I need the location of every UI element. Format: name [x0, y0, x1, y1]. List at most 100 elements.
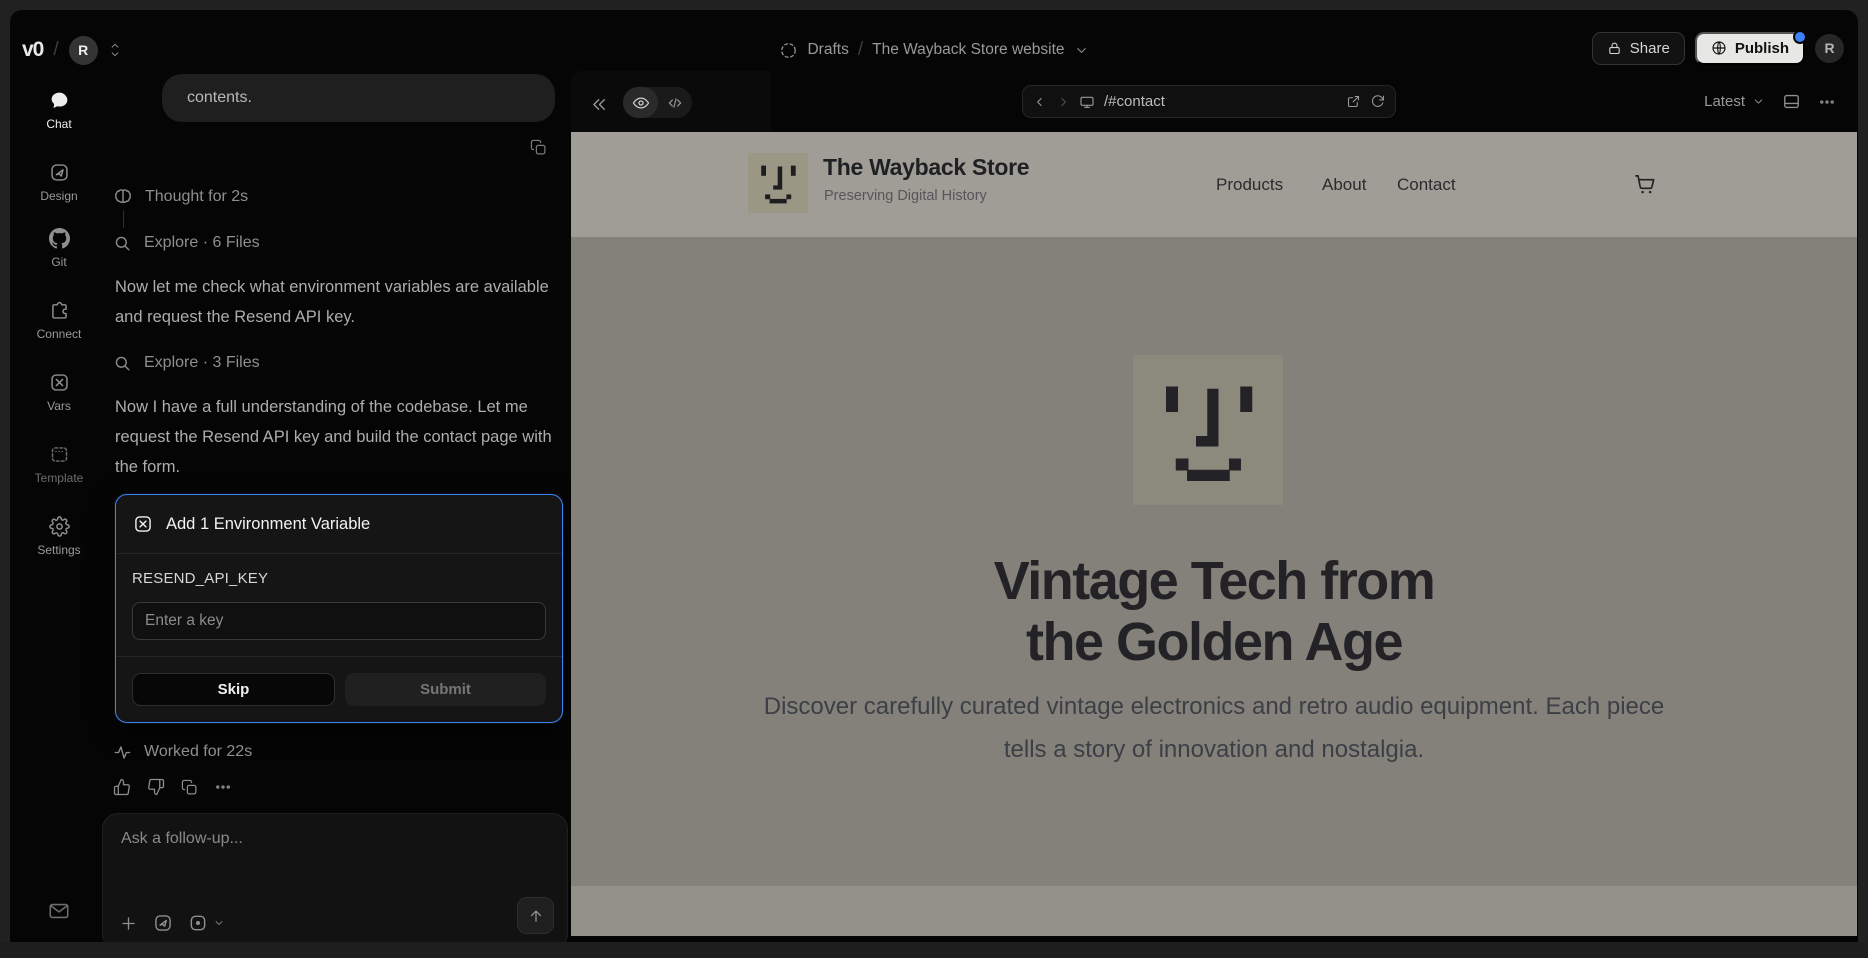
chevron-down-icon[interactable]	[1074, 43, 1089, 58]
more-options-icon[interactable]	[1818, 93, 1836, 111]
site-next-section	[571, 886, 1857, 936]
brain-icon	[113, 187, 133, 207]
explore-row-2[interactable]: Explore · 3 Files	[113, 352, 260, 374]
sidebar-label-template: Template	[35, 471, 84, 485]
cart-icon[interactable]	[1634, 173, 1657, 196]
drafts-dashed-circle-icon	[779, 41, 798, 60]
hero-logo	[1133, 355, 1283, 505]
browser-layout-icon[interactable]	[1782, 92, 1801, 111]
sidebar-label-git: Git	[51, 255, 66, 269]
worked-label: Worked for 22s	[144, 743, 252, 761]
code-view-toggle[interactable]	[658, 94, 692, 112]
preview-toolbar-right: Latest	[1704, 85, 1836, 118]
site-header: The Wayback Store Preserving Digital His…	[571, 132, 1857, 237]
nav-link-about[interactable]: About	[1322, 175, 1366, 195]
attach-plus-icon[interactable]	[119, 914, 138, 933]
sidebar-label-chat: Chat	[46, 117, 71, 131]
sidebar-label-settings: Settings	[37, 543, 80, 557]
preview-url-text[interactable]: /#contact	[1104, 93, 1165, 110]
env-dialog-header: Add 1 Environment Variable	[116, 495, 562, 554]
site-logo[interactable]	[748, 153, 808, 213]
site-preview-frame: The Wayback Store Preserving Digital His…	[571, 132, 1857, 936]
design-mode-icon[interactable]	[153, 913, 173, 933]
sidebar-item-chat[interactable]: Chat	[21, 90, 97, 131]
monitor-icon[interactable]	[1079, 94, 1095, 110]
vars-x-square-icon	[133, 514, 153, 534]
topbar-left: v0 / R	[22, 28, 122, 72]
nav-link-contact[interactable]: Contact	[1397, 175, 1456, 195]
worked-row: Worked for 22s	[113, 741, 252, 763]
app-root: Drafts / The Wayback Store website v0 / …	[0, 0, 1868, 958]
vars-x-square-icon	[49, 372, 70, 393]
forward-icon[interactable]	[1056, 95, 1070, 109]
followup-composer[interactable]	[102, 813, 568, 942]
sidebar-label-design: Design	[40, 189, 77, 203]
thought-row[interactable]: Thought for 2s	[113, 186, 248, 208]
hero-title-line2: the Golden Age	[571, 612, 1857, 673]
hero-title-line1: Vintage Tech from	[571, 551, 1857, 612]
v0-window: Drafts / The Wayback Store website v0 / …	[10, 10, 1858, 942]
copy-icon[interactable]	[181, 779, 198, 796]
sidebar-item-settings[interactable]: Settings	[21, 516, 97, 557]
template-dashed-icon	[49, 444, 70, 465]
assistant-paragraph-1: Now let me check what environment variab…	[115, 272, 560, 332]
open-external-icon[interactable]	[1346, 94, 1361, 109]
sidebar-item-connect[interactable]: Connect	[21, 300, 97, 341]
user-avatar[interactable]: R	[1815, 34, 1844, 63]
share-label: Share	[1630, 40, 1670, 57]
breadcrumb: Drafts / The Wayback Store website	[10, 30, 1858, 70]
submit-button[interactable]: Submit	[345, 673, 546, 706]
pixel-face-icon	[1133, 355, 1283, 505]
version-label: Latest	[1704, 93, 1745, 110]
sidebar-item-design[interactable]: Design	[21, 162, 97, 203]
site-title[interactable]: The Wayback Store	[823, 154, 1029, 181]
breadcrumb-separator: /	[858, 39, 863, 61]
project-avatar[interactable]: R	[69, 36, 98, 65]
sidebar-label-connect: Connect	[37, 327, 82, 341]
preview-url-bar[interactable]: /#contact	[1022, 85, 1396, 118]
version-selector[interactable]: Latest	[1704, 93, 1765, 110]
nav-link-products[interactable]: Products	[1216, 175, 1283, 195]
user-message-text: contents.	[187, 89, 252, 107]
breadcrumb-project-name[interactable]: The Wayback Store website	[872, 41, 1064, 59]
send-button[interactable]	[517, 897, 554, 934]
followup-input[interactable]	[119, 828, 543, 892]
chevron-down-icon	[1752, 95, 1765, 108]
explore-label-2: Explore · 3 Files	[144, 354, 260, 372]
refresh-icon[interactable]	[1370, 94, 1385, 109]
topbar-right: Share Publish R	[1592, 26, 1844, 70]
publish-notification-dot	[1793, 30, 1807, 44]
puzzle-icon	[49, 300, 70, 321]
sidebar-item-template[interactable]: Template	[21, 444, 97, 485]
more-options-icon[interactable]	[214, 778, 232, 796]
thumbs-up-icon[interactable]	[113, 778, 131, 796]
user-message-bubble: contents.	[162, 74, 555, 122]
hero-subtitle: Discover carefully curated vintage elect…	[749, 685, 1679, 771]
env-dialog-title: Add 1 Environment Variable	[166, 515, 370, 534]
env-key-input[interactable]	[132, 602, 546, 640]
share-button[interactable]: Share	[1592, 32, 1685, 65]
assistant-paragraph-2: Now I have a full understanding of the c…	[115, 392, 560, 482]
sidebar-item-vars[interactable]: Vars	[21, 372, 97, 413]
project-switcher-icon[interactable]	[108, 42, 122, 58]
explore-row-1[interactable]: Explore · 6 Files	[113, 232, 260, 254]
back-icon[interactable]	[1033, 95, 1047, 109]
breadcrumb-drafts[interactable]: Drafts	[807, 41, 848, 59]
sidebar-item-git[interactable]: Git	[21, 228, 97, 269]
search-icon	[113, 234, 132, 253]
gear-icon	[49, 516, 70, 537]
globe-icon	[1711, 40, 1727, 56]
sidebar-item-feedback[interactable]	[21, 900, 97, 922]
thumbs-down-icon[interactable]	[147, 778, 165, 796]
preview-eye-toggle[interactable]	[623, 87, 658, 118]
collapse-panel-icon[interactable]	[590, 95, 609, 114]
copy-message-icon[interactable]	[530, 139, 547, 156]
feedback-toolbar	[113, 778, 232, 796]
pixel-face-icon	[748, 153, 808, 213]
design-icon	[49, 162, 70, 183]
v0-logo[interactable]: v0	[22, 38, 43, 62]
publish-button[interactable]: Publish	[1695, 32, 1805, 65]
skip-button[interactable]: Skip	[132, 673, 335, 706]
model-picker-icon[interactable]	[188, 913, 225, 933]
search-icon	[113, 354, 132, 373]
